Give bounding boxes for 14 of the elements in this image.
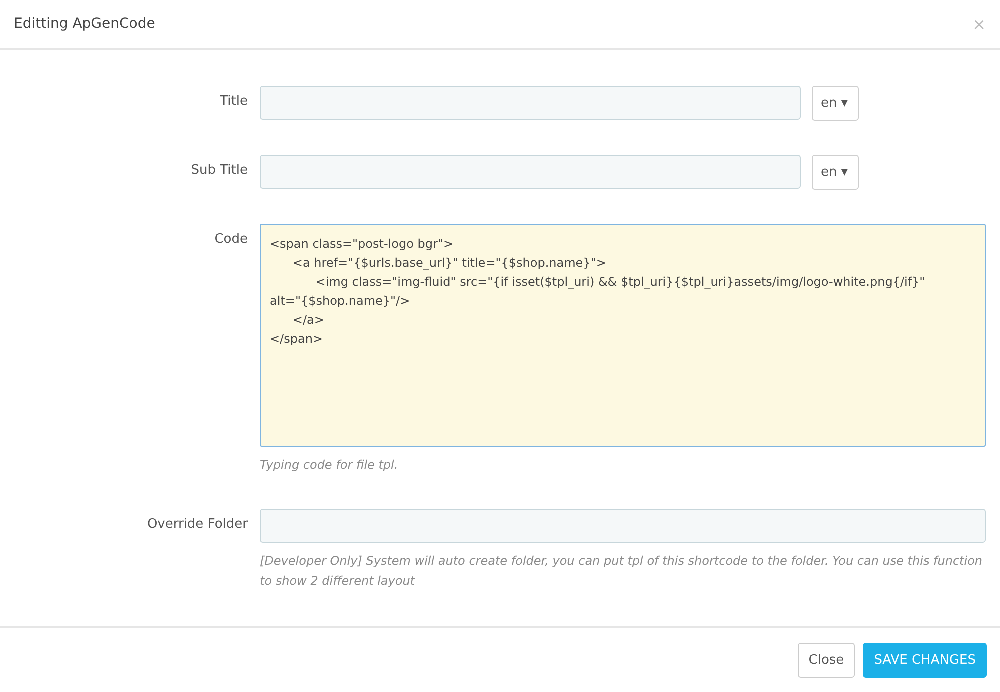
text-input[interactable] [260,509,986,543]
text-input[interactable] [260,155,801,189]
text-input[interactable] [260,86,801,120]
code-editor[interactable]: <span class="post-logo bgr"> <a href="{$urls.base_url}" title="{$shop.name}"> <img class="img-fluid" src="{if isset($tpl_uri) && $tpl_uri}{$tpl_uri}assets/img/logo-white.png{/if}" alt="{$shop.name}"/> </a> </span> [260,224,986,447]
field-label: Override Folder [146,516,248,532]
help-text: Typing code for file tpl. [260,457,400,474]
language-dropdown[interactable]: en ▾ [812,155,859,190]
help-text: [Developer Only] System will auto create folder, you can put tpl of this shortcode to the folder. You can use this function to show 2 different layout [260,553,984,590]
dialog-title: Editting ApGenCode [14,16,156,32]
language-dropdown[interactable]: en ▾ [812,86,859,121]
field-label: Sub Title [190,162,248,178]
field-label: Title [219,93,248,109]
field-label: Code [214,231,248,247]
close-button[interactable]: Close [798,642,856,678]
